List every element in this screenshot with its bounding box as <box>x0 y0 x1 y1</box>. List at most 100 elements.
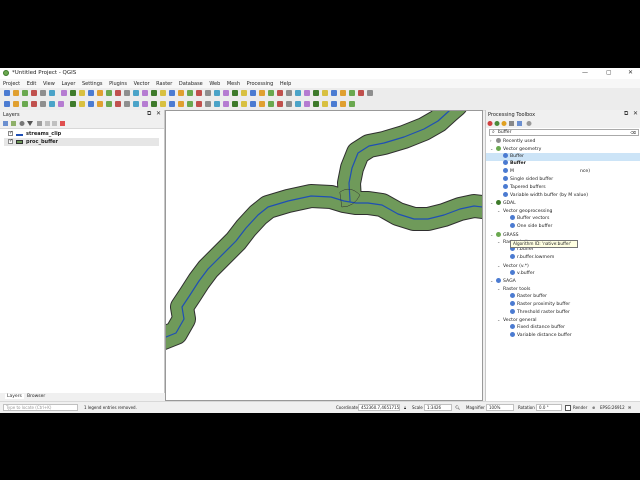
tab-browser[interactable]: Browser <box>27 394 45 399</box>
algorithm-item[interactable]: Variable width buffer (by M value) <box>497 191 588 200</box>
algorithm-item[interactable]: Buffer <box>497 152 524 161</box>
toolbar-tool-icon[interactable] <box>4 101 10 107</box>
toolbar-tool-icon[interactable] <box>124 101 130 107</box>
toolbar-tool-icon[interactable] <box>151 90 157 96</box>
toolbar-tool-icon[interactable] <box>22 101 28 107</box>
toolbar-tool-icon[interactable] <box>286 90 292 96</box>
toolbar-tool-icon[interactable] <box>169 90 175 96</box>
toolbar-tool-icon[interactable] <box>358 90 364 96</box>
lock-scale-icon[interactable]: 🔒︎ <box>404 405 406 410</box>
history-icon[interactable] <box>501 121 507 126</box>
expand-all-icon[interactable] <box>45 121 50 126</box>
toolbar-tool-icon[interactable] <box>79 101 85 107</box>
toolbar-tool-icon[interactable] <box>142 90 148 96</box>
algorithm-item[interactable]: Threshold raster buffer <box>504 308 570 317</box>
toolbar-tool-icon[interactable] <box>340 101 346 107</box>
toolbar-tool-icon[interactable] <box>97 101 103 107</box>
menu-raster[interactable]: Raster <box>156 81 172 87</box>
toolbar-tool-icon[interactable] <box>31 90 37 96</box>
algorithm-item[interactable]: Single sided buffer <box>497 176 553 184</box>
group-node[interactable]: ⌄ Raster tools <box>497 285 530 293</box>
toolbar-tool-icon[interactable] <box>106 101 112 107</box>
algorithm-item[interactable]: Tapered buffers <box>497 183 546 192</box>
toolbar-tool-icon[interactable] <box>259 101 265 107</box>
render-checkbox[interactable] <box>565 405 571 411</box>
toolbar-tool-icon[interactable] <box>40 90 46 96</box>
toolbar-tool-icon[interactable] <box>13 90 19 96</box>
results-icon[interactable] <box>509 121 514 126</box>
layer-item[interactable]: proc_buffer <box>4 138 159 146</box>
toolbar-tool-icon[interactable] <box>124 90 130 96</box>
toolbar-tool-icon[interactable] <box>250 101 256 107</box>
toolbar-tool-icon[interactable] <box>133 101 139 107</box>
toolbar-tool-icon[interactable] <box>322 90 328 96</box>
toolbar-tool-icon[interactable] <box>223 90 229 96</box>
toolbar-tool-icon[interactable] <box>223 101 229 107</box>
toolbar-tool-icon[interactable] <box>241 101 247 107</box>
toolbar-tool-icon[interactable] <box>31 101 37 107</box>
rotation-field[interactable]: 0.0 ° <box>536 404 562 411</box>
group-node[interactable]: ⌄ Vector (v.*) <box>497 262 529 270</box>
toolbar-tool-icon[interactable] <box>58 101 64 107</box>
toolbar-tool-icon[interactable] <box>97 90 103 96</box>
toolbar-tool-icon[interactable] <box>205 90 211 96</box>
layer-visibility-checkbox[interactable] <box>8 130 13 136</box>
minimize-button[interactable]: — <box>582 69 588 76</box>
toolbar-tool-icon[interactable] <box>232 101 238 107</box>
toolbar-tool-icon[interactable] <box>304 90 310 96</box>
menu-settings[interactable]: Settings <box>82 81 103 87</box>
toolbar-tool-icon[interactable] <box>196 101 202 107</box>
magnifier-field[interactable]: 100% <box>486 404 514 411</box>
toolbar-tool-icon[interactable] <box>322 101 328 107</box>
undock-icon[interactable]: ⧉ <box>624 110 628 118</box>
toolbar-tool-icon[interactable] <box>106 90 112 96</box>
provider-node[interactable]: ⌄ SAGA <box>490 277 516 285</box>
toolbar-tool-icon[interactable] <box>340 90 346 96</box>
toolbox-search-input[interactable]: ⌕ buffer ⌫ <box>489 129 639 136</box>
toolbar-tool-icon[interactable] <box>349 101 355 107</box>
algorithm-item[interactable]: Mnce) <box>497 168 590 176</box>
filter-legend-icon[interactable] <box>37 121 42 126</box>
menu-database[interactable]: Database <box>179 81 203 87</box>
toolbar-tool-icon[interactable] <box>331 101 337 107</box>
toolbar-tool-icon[interactable] <box>268 90 274 96</box>
menu-processing[interactable]: Processing <box>247 81 274 87</box>
algorithm-item[interactable]: Buffer vectors <box>504 215 549 223</box>
toolbar-tool-icon[interactable] <box>13 101 19 107</box>
toolbar-tool-icon[interactable] <box>4 90 10 96</box>
toolbar-tool-icon[interactable] <box>70 90 76 96</box>
toolbar-tool-icon[interactable] <box>241 90 247 96</box>
toolbar-tool-icon[interactable] <box>196 90 202 96</box>
tab-layers[interactable]: Layers <box>5 394 24 399</box>
toolbar-tool-icon[interactable] <box>79 90 85 96</box>
toolbar-tool-icon[interactable] <box>205 101 211 107</box>
group-node[interactable]: ⌄ Vector geoprocessing <box>497 207 552 215</box>
algorithm-item[interactable]: Raster proximity buffer <box>504 300 570 309</box>
toolbar-tool-icon[interactable] <box>214 101 220 107</box>
toolbar-tool-icon[interactable] <box>115 90 121 96</box>
maximize-button[interactable]: ▢ <box>606 69 612 76</box>
algorithm-item[interactable]: Variable distance buffer <box>504 332 572 340</box>
layer-item[interactable]: streams_clip <box>4 130 159 138</box>
algorithm-item[interactable]: Raster buffer <box>504 293 547 301</box>
filter-icon[interactable] <box>27 121 33 126</box>
toolbar-tool-icon[interactable] <box>277 90 283 96</box>
coordinate-field[interactable]: 452360.7,4651715.5 <box>358 404 400 411</box>
menu-layer[interactable]: Layer <box>61 81 75 87</box>
toolbar-tool-icon[interactable] <box>187 101 193 107</box>
toolbar-tool-icon[interactable] <box>178 90 184 96</box>
menu-web[interactable]: Web <box>209 81 220 87</box>
algorithm-item[interactable]: r.buffer.lowmem <box>504 254 554 262</box>
toolbar-tool-icon[interactable] <box>22 90 28 96</box>
toolbar-tool-icon[interactable] <box>304 101 310 107</box>
toolbar-tool-icon[interactable] <box>88 90 94 96</box>
toolbar-tool-icon[interactable] <box>151 101 157 107</box>
style-icon[interactable] <box>3 121 8 126</box>
toolbar-tool-icon[interactable] <box>286 101 292 107</box>
expand-arrow-icon[interactable]: ⌄ <box>490 199 496 207</box>
toolbar-tool-icon[interactable] <box>70 101 76 107</box>
toolbar-tool-icon[interactable] <box>331 90 337 96</box>
toolbar-tool-icon[interactable] <box>49 90 55 96</box>
crs-label[interactable]: EPSG:26912 <box>600 405 625 410</box>
toolbar-tool-icon[interactable] <box>268 101 274 107</box>
